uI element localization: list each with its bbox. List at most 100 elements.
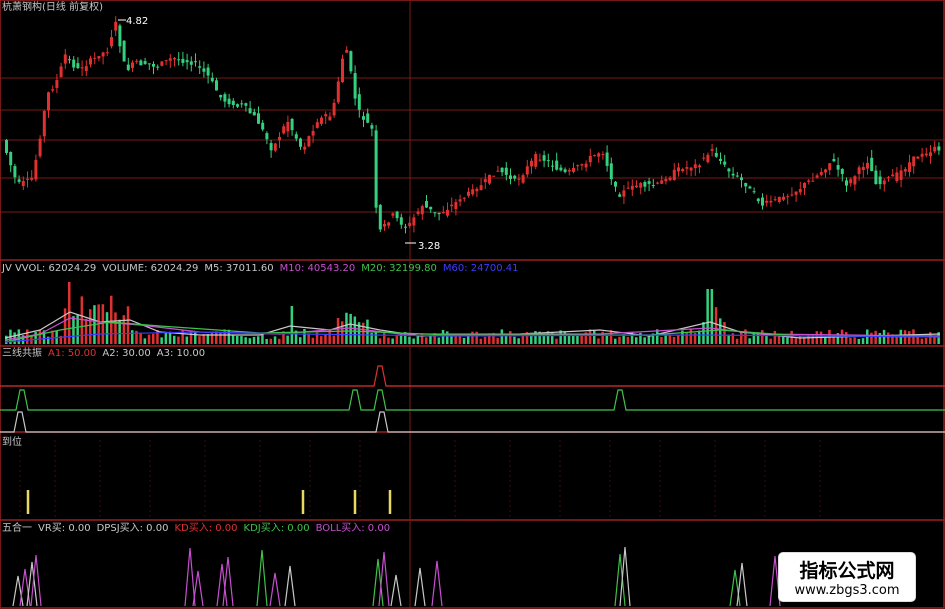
volume-bar [63, 308, 67, 344]
price-candle-body [362, 116, 365, 120]
daowei-label: 到位 [2, 437, 22, 448]
volume-bar [748, 338, 751, 344]
price-candle-body [622, 190, 626, 197]
price-candle-body [131, 62, 134, 68]
price-candle-body [353, 73, 357, 99]
volume-bar [189, 331, 193, 344]
price-candle-body [504, 167, 508, 175]
volume-bar [609, 330, 613, 344]
volume-bar [605, 334, 609, 344]
price-candle-body [866, 162, 869, 169]
price-candle-body [832, 158, 836, 162]
price-candle-body [433, 212, 437, 214]
price-candle-body [324, 114, 328, 117]
price-candle-body [513, 175, 517, 179]
price-candle-body [635, 185, 638, 188]
price-candle-body [572, 167, 575, 172]
price-candle-body [328, 116, 332, 121]
volume-bar [572, 335, 575, 344]
volume-bar [152, 333, 155, 344]
price-candle-body [567, 170, 571, 172]
price-candle-body [332, 102, 336, 116]
chart-title: 杭萧钢构(日线 前复权) [2, 2, 103, 13]
price-candle-body [803, 182, 806, 188]
volume-bar [635, 337, 638, 344]
price-candle-body [740, 177, 743, 181]
volume-bar [156, 329, 159, 344]
price-candle-body [412, 217, 416, 226]
volume-bar [378, 338, 382, 344]
price-candle-body [299, 138, 302, 147]
price-candle-body [903, 169, 907, 172]
price-candle-body [719, 158, 722, 161]
volume-bar [173, 335, 176, 344]
watermark-title: 指标公式网 [799, 560, 895, 582]
volume-bar [597, 338, 600, 344]
price-candle-body [240, 103, 244, 105]
volume-bar [446, 331, 449, 344]
price-candle-body [210, 77, 214, 82]
price-candle-body [244, 103, 248, 106]
volume-bar [236, 335, 239, 344]
volume-bar [89, 309, 92, 344]
price-candle-body [383, 223, 386, 227]
volume-bar [706, 289, 709, 344]
stock-chart[interactable] [0, 0, 945, 609]
price-candle-body [546, 160, 550, 162]
price-candle-body [282, 126, 286, 134]
price-candle-body [916, 156, 920, 159]
price-candle-body [26, 178, 29, 180]
volume-bar [408, 336, 411, 344]
volume-bar [17, 329, 21, 344]
high-price-label: 4.82 [126, 16, 149, 27]
volume-bar [563, 331, 567, 344]
price-candle-body [895, 172, 899, 182]
price-candle-body [227, 98, 231, 105]
sanxian-header-item-2: A2: 30.00 [102, 348, 151, 359]
volume-bar [576, 334, 579, 344]
wuheyi-header-item-4: KDJ买入: 0.00 [243, 523, 310, 534]
price-candle-body [698, 165, 701, 168]
volume-bar [761, 330, 764, 344]
volume-bar [626, 336, 630, 344]
price-candle-body [437, 212, 441, 215]
volume-bar [689, 329, 693, 344]
price-candle-body [824, 169, 827, 173]
volume-bar [278, 338, 281, 344]
price-candle-body [798, 189, 802, 193]
volume-bar [290, 306, 294, 344]
price-candle-body [811, 180, 815, 182]
volume-bar [857, 338, 861, 344]
volume-bar [908, 331, 911, 344]
sanxian-header: 三线共振 A1: 50.00 A2: 30.00 A3: 10.00 [2, 348, 205, 360]
volume-bar [265, 338, 268, 344]
volume-bar [126, 306, 130, 344]
price-candle-body [341, 58, 344, 83]
price-candle-body [89, 58, 92, 65]
volume-bar [391, 338, 394, 344]
volume-bar [252, 336, 256, 344]
price-candle-body [458, 199, 462, 202]
price-candle-body [387, 222, 391, 226]
volume-bar [668, 334, 672, 344]
price-candle-body [849, 179, 853, 184]
volume-bar [248, 338, 252, 344]
volume-bar [223, 329, 226, 344]
price-candle-body [496, 170, 500, 172]
price-candle-body [920, 153, 924, 157]
price-candle-body [399, 217, 403, 225]
price-candle-body [118, 25, 122, 47]
volume-bar [710, 289, 714, 344]
watermark-url: www.zbgs3.com [794, 583, 900, 598]
wuheyi-signal-spike [390, 574, 402, 607]
volume-bar [332, 335, 336, 344]
price-candle-body [467, 191, 470, 196]
volume-bar [698, 330, 701, 344]
price-candle-body [47, 92, 50, 111]
volume-bar [168, 331, 172, 344]
volume-bar [677, 334, 680, 344]
price-candle-body [278, 136, 281, 141]
price-candle-body [521, 175, 525, 183]
price-candle-body [618, 194, 622, 197]
volume-bar [412, 338, 415, 344]
